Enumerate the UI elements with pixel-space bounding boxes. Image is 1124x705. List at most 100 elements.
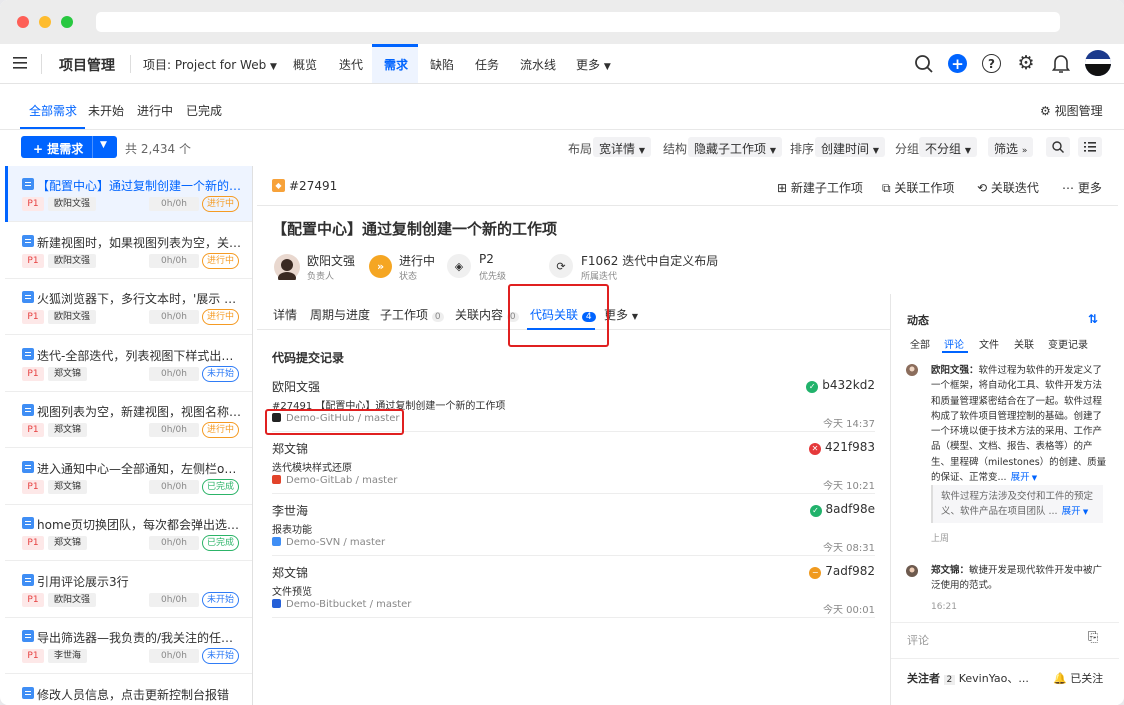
add-icon[interactable]: + xyxy=(948,54,967,73)
document-icon xyxy=(22,573,34,586)
priority-badge: P1 xyxy=(22,197,44,211)
nav-item-overview[interactable]: 概览 xyxy=(293,56,317,73)
nav-item-more[interactable]: 更多 ▼ xyxy=(576,56,611,73)
new-subitem-button[interactable]: ⊞ 新建子工作项 xyxy=(777,179,863,196)
layout-select[interactable]: 宽详情 ▼ xyxy=(593,137,651,157)
follow-button[interactable]: 🔔 已关注 xyxy=(1053,670,1103,686)
toolbar-search-button[interactable] xyxy=(1046,137,1070,157)
tab-related-label: 关联内容 xyxy=(455,308,504,322)
tab-in-progress[interactable]: 进行中 xyxy=(137,102,173,119)
project-selector[interactable]: 项目: Project for Web ▼ xyxy=(143,56,277,73)
activity-panel: 动态 ⇅ 全部 评论 文件 关联 变更记录 欧阳文强：软件过程为软件的开发定义了… xyxy=(890,294,1119,705)
list-item-title: 引用评论展示3行 xyxy=(37,574,129,589)
commit-hash[interactable]: ✕ 421f983 xyxy=(808,440,875,455)
sort-select[interactable]: 创建时间 ▼ xyxy=(815,137,885,157)
status-badge: 进行中 xyxy=(202,196,240,212)
commit-hash[interactable]: −7adf982 xyxy=(809,564,875,579)
commit-hash[interactable]: ✓ b432kd2 xyxy=(806,378,875,393)
commit-hash[interactable]: ✓ 8adf98e xyxy=(809,502,875,517)
expand-link[interactable]: 展开 xyxy=(1062,506,1081,517)
document-icon xyxy=(22,347,34,360)
list-item[interactable]: 新建视图时，如果视图列表为空，关闭视图 P1 欧阳文强 0h/0h 进行中 xyxy=(5,223,252,279)
total-count: 共 2,434 个 xyxy=(125,142,191,156)
activity-tab-comments[interactable]: 评论 xyxy=(944,336,964,351)
link-item-button[interactable]: ⧉ 关联工作项 xyxy=(882,179,954,196)
tab-detail[interactable]: 详情 xyxy=(273,306,297,323)
avatar[interactable] xyxy=(1085,50,1111,76)
commit-item[interactable]: 郑文锦 迭代模块样式还原 Demo-GitLab / master ✕ 421f983 今… xyxy=(272,432,875,494)
document-icon xyxy=(22,460,34,473)
attachment-icon[interactable]: ⎘ xyxy=(1088,630,1098,645)
owner-badge: 郑文锦 xyxy=(48,423,88,437)
list-item[interactable]: 导出筛选器—我负责的/我关注的任务列表 P1 李世海 0h/0h 未开始 xyxy=(5,618,252,674)
minimize-window-button[interactable] xyxy=(39,16,51,28)
list-item[interactable]: 迭代-全部迭代，列表视图下样式出现问题 P1 郑文锦 0h/0h 未开始 xyxy=(5,336,252,392)
status-value[interactable]: 进行中 xyxy=(399,252,435,269)
link-icon: ⧉ xyxy=(882,181,891,195)
expand-link[interactable]: 展开 xyxy=(1011,472,1030,483)
document-icon xyxy=(22,686,34,699)
list-item-title: 修改人员信息，点击更新控制台报错 xyxy=(37,687,230,702)
commenter-avatar xyxy=(906,364,918,376)
commit-item[interactable]: 郑文锦 文件预览 Demo-Bitbucket / master −7adf982 今天… xyxy=(272,556,875,618)
activity-tab-changes[interactable]: 变更记录 xyxy=(1048,336,1088,351)
commit-item[interactable]: 李世海 报表功能 Demo-SVN / master ✓ 8adf98e 今天 08:31 xyxy=(272,494,875,556)
list-item[interactable]: 引用评论展示3行 P1 欧阳文强 0h/0h 未开始 xyxy=(5,562,252,618)
list-view-button[interactable] xyxy=(1078,137,1102,157)
nav-item-task[interactable]: 任务 xyxy=(475,56,499,73)
tab-subitems[interactable]: 子工作项 0 xyxy=(380,306,444,323)
tab-more[interactable]: 更多 ▼ xyxy=(604,306,638,323)
list-item[interactable]: 【配置中心】通过复制创建一个新的工作项 P1 欧阳文强 0h/0h 进行中 xyxy=(5,166,252,222)
add-requirement-button[interactable]: + 提需求 ▼ xyxy=(21,136,117,158)
list-item-title: 迭代-全部迭代，列表视图下样式出现问题 xyxy=(37,348,243,363)
priority-value[interactable]: P2 xyxy=(479,252,494,266)
nav-item-requirement[interactable]: 需求 xyxy=(384,56,408,73)
view-manage-button[interactable]: ⚙ 视图管理 xyxy=(1040,102,1103,119)
search-icon[interactable] xyxy=(914,54,934,74)
commit-repo[interactable]: Demo-Bitbucket / master xyxy=(272,599,411,610)
layout-label: 布局 xyxy=(568,142,593,156)
bell-icon[interactable] xyxy=(1052,53,1070,74)
window-titlebar xyxy=(0,0,1124,44)
owner-value[interactable]: 欧阳文强 xyxy=(307,252,355,269)
more-actions-button[interactable]: ⋯ 更多 xyxy=(1062,179,1102,196)
activity-tab-links[interactable]: 关联 xyxy=(1014,336,1034,351)
tab-not-started[interactable]: 未开始 xyxy=(88,102,124,119)
close-window-button[interactable] xyxy=(17,16,29,28)
nav-item-defect[interactable]: 缺陷 xyxy=(430,56,454,73)
list-item[interactable]: 进入通知中心—全部通知，左侧栏ones图标 P1 郑文锦 0h/0h已完成 xyxy=(5,449,252,505)
commit-repo[interactable]: Demo-SVN / master xyxy=(272,537,385,548)
link-iteration-button[interactable]: ⟲ 关联迭代 xyxy=(977,179,1039,196)
activity-tab-all[interactable]: 全部 xyxy=(910,336,930,351)
list-item[interactable]: 火狐浏览器下，多行文本时，'展示 按钮' P1 欧阳文强 0h/0h 进行中 xyxy=(5,279,252,335)
commit-repo[interactable]: Demo-GitLab / master xyxy=(272,475,397,486)
nav-item-iteration[interactable]: 迭代 xyxy=(339,56,363,73)
filter-button[interactable]: 筛选 » xyxy=(988,137,1034,157)
comment-text: 的保证、正常变... xyxy=(931,472,1007,484)
owner-badge: 欧阳文强 xyxy=(48,253,97,268)
list-item[interactable]: 视图列表为空，新建视图，视图名称显示 P1 郑文锦 0h/0h 进行中 xyxy=(5,392,252,448)
menu-icon[interactable] xyxy=(13,57,27,69)
tab-all-requirements[interactable]: 全部需求 xyxy=(29,102,77,119)
comment-input[interactable]: 评论 xyxy=(907,632,929,648)
tab-done[interactable]: 已完成 xyxy=(186,102,222,119)
follow-label: 已关注 xyxy=(1070,672,1104,685)
gear-icon[interactable]: ⚙ xyxy=(1015,52,1037,74)
watchers-row[interactable]: 关注者 2 KevinYao、... xyxy=(907,670,1029,686)
help-icon[interactable]: ? xyxy=(982,54,1001,73)
owner-avatar xyxy=(274,254,300,280)
structure-select[interactable]: 隐藏子工作项 ▼ xyxy=(688,137,782,157)
time-badge: 0h/0h xyxy=(149,649,199,663)
group-select[interactable]: 不分组 ▼ xyxy=(919,137,977,157)
nav-item-pipeline[interactable]: 流水线 xyxy=(520,56,556,73)
chevron-down-icon[interactable]: ▼ xyxy=(100,140,107,150)
list-item[interactable]: home页切换团队，每次都会弹出选择框 P1 郑文锦 0h/0h 已完成 xyxy=(5,505,252,561)
iteration-value[interactable]: F1062 迭代中自定义布局 xyxy=(581,252,718,269)
activity-tab-files[interactable]: 文件 xyxy=(979,336,999,351)
owner-badge: 郑文锦 xyxy=(48,536,88,550)
list-item[interactable]: 修改人员信息，点击更新控制台报错 xyxy=(5,675,252,705)
maximize-window-button[interactable] xyxy=(61,16,73,28)
tab-cycle-progress[interactable]: 周期与进度 xyxy=(310,306,370,323)
address-bar[interactable] xyxy=(96,12,1060,32)
sort-arrows-icon[interactable]: ⇅ xyxy=(1088,312,1098,326)
